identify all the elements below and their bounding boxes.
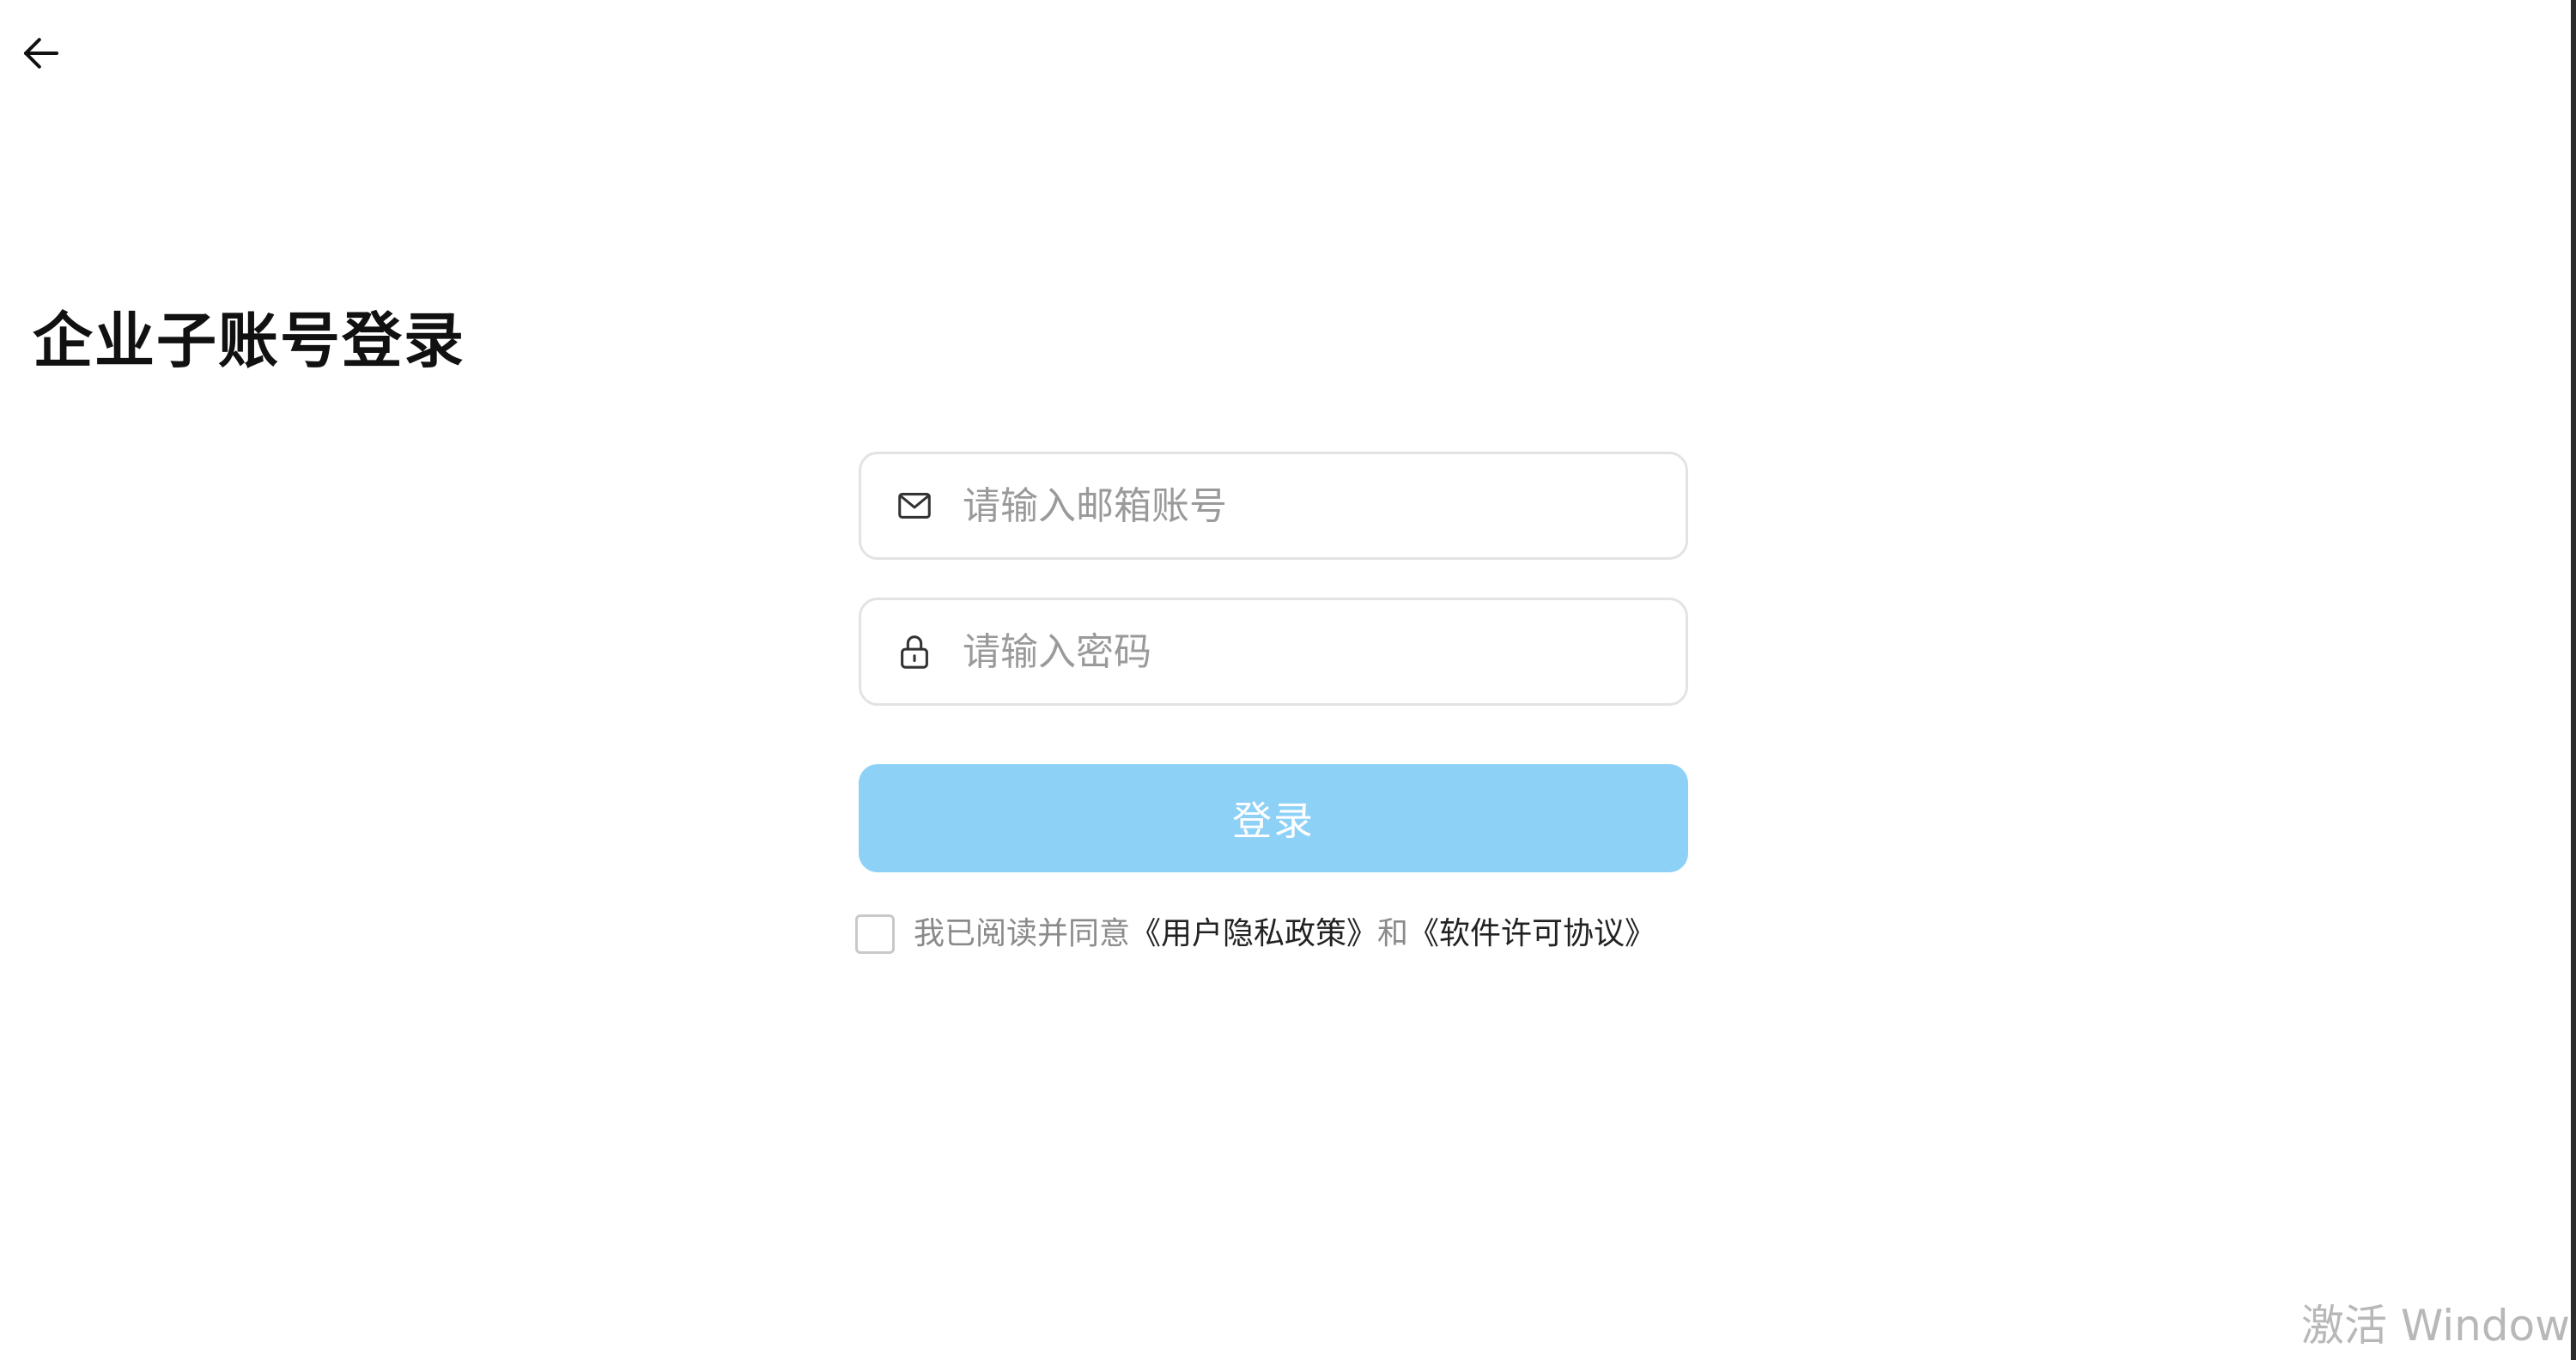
back-button[interactable]: [14, 26, 69, 81]
page-title: 企业子账号登录: [33, 306, 465, 376]
privacy-policy-link[interactable]: 《用户隐私政策》: [1130, 912, 1377, 956]
password-input[interactable]: [961, 628, 1668, 675]
mail-icon: [894, 485, 935, 526]
software-license-link[interactable]: 《软件许可协议》: [1408, 912, 1656, 956]
arrow-left-icon: [23, 38, 59, 69]
agreement-conjunction: 和: [1377, 916, 1409, 951]
email-field[interactable]: [859, 452, 1688, 560]
password-field[interactable]: [859, 598, 1688, 706]
login-page: 企业子账号登录 登录 我已阅读并同意: [0, 0, 2576, 1360]
email-input[interactable]: [961, 483, 1668, 529]
activate-windows-watermark: 激活 Windows: [2301, 1301, 2576, 1351]
window-edge: [2571, 0, 2576, 1360]
login-button[interactable]: 登录: [859, 764, 1688, 872]
lock-icon: [894, 631, 935, 672]
agreement-row: 我已阅读并同意 《用户隐私政策》 和 《软件许可协议》: [855, 912, 1656, 956]
login-form: 登录: [859, 452, 1688, 872]
agreement-prefix: 我已阅读并同意: [914, 916, 1131, 951]
agreement-checkbox[interactable]: [855, 914, 895, 954]
